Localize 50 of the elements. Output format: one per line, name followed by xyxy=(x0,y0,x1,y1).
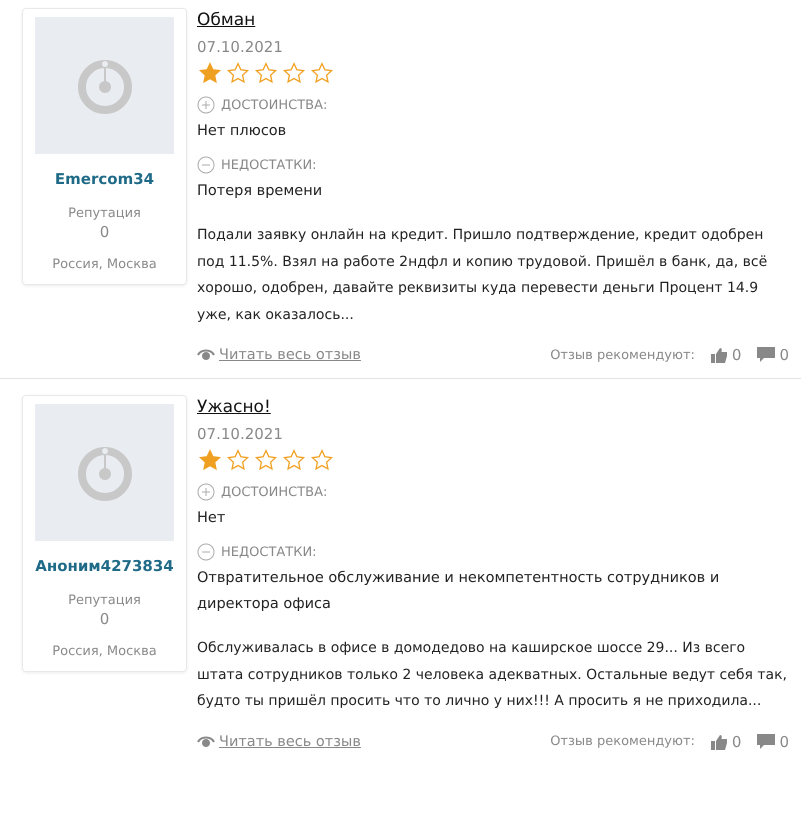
pros-label: ДОСТОИНСТВА: xyxy=(221,484,328,500)
plus-icon xyxy=(197,483,215,501)
eye-icon xyxy=(197,734,215,748)
star-icon xyxy=(281,62,307,84)
comment-icon xyxy=(757,347,776,363)
review-text: Обслуживалась в офисе в домодедово на каширское шоссе 29... Из всего штата сотрудников только 2 человека адекватных. Остальные ведут себя так, будто ты пришёл просить что то лично у них!!! А просить я не приходила... xyxy=(197,639,788,711)
plus-icon xyxy=(197,96,215,114)
thumbs-up-icon xyxy=(710,734,728,750)
minus-icon xyxy=(197,543,215,561)
recommend-label: Отзыв рекомендуют: xyxy=(550,348,695,362)
reputation-label: Репутация xyxy=(68,592,141,610)
read-more-link[interactable]: Читать весь отзыв xyxy=(197,734,361,750)
minus-icon xyxy=(197,156,215,174)
cons-text: Потеря времени xyxy=(197,182,324,201)
reputation-value: 0 xyxy=(100,610,110,628)
author-location: Россия, Москва xyxy=(52,644,157,659)
author-name[interactable]: Emercom34 xyxy=(54,170,154,189)
star-icon xyxy=(281,449,307,471)
reputation-label: Репутация xyxy=(68,205,141,223)
comments-button[interactable]: 0 xyxy=(757,732,789,750)
review-text: Подали заявку онлайн на кредит. Пришло подтверждение, кредит одобрен под 11.5%. Взял на работе 2ндфл и копию трудовой. Пришёл в банк, да, всё хорошо, одобрен, давайте реквизиты куда перевести деньги Процент 14.9 уже, как оказалось... xyxy=(197,226,768,324)
star-icon xyxy=(309,62,335,84)
author-location: Россия, Москва xyxy=(52,257,157,272)
cons-label: НЕДОСТАТКИ: xyxy=(221,544,317,560)
review-title[interactable]: Обман xyxy=(197,10,256,30)
star-icon xyxy=(253,449,279,471)
review-title[interactable]: Ужасно! xyxy=(197,397,271,417)
review-date: 07.10.2021 xyxy=(197,425,284,443)
pros-label: ДОСТОИНСТВА: xyxy=(221,98,328,112)
comments-button[interactable]: 0 xyxy=(757,346,789,364)
like-button[interactable]: 0 xyxy=(710,346,742,364)
recommend-label: Отзыв рекомендуют: xyxy=(550,734,695,749)
cons-text: Отвратительное обслуживание и некомпетентность сотрудников и директора офиса xyxy=(197,569,720,614)
star-icon xyxy=(225,449,251,471)
like-button[interactable]: 0 xyxy=(710,732,742,750)
pros-text: Нет xyxy=(197,509,226,528)
star-icon xyxy=(197,449,223,471)
star-icon xyxy=(225,62,251,84)
cons-label: НЕДОСТАТКИ: xyxy=(221,158,317,172)
review-date: 07.10.2021 xyxy=(197,38,284,56)
author-name[interactable]: Аноним4273834 xyxy=(35,557,174,576)
pros-text: Нет плюсов xyxy=(197,122,288,141)
star-icon xyxy=(253,62,279,84)
thumbs-up-icon xyxy=(710,347,728,363)
eye-icon xyxy=(197,348,215,362)
reputation-value: 0 xyxy=(100,223,110,241)
star-icon xyxy=(309,449,335,471)
read-more-link[interactable]: Читать весь отзыв xyxy=(197,347,361,363)
comment-icon xyxy=(757,734,776,750)
star-icon xyxy=(197,62,223,84)
